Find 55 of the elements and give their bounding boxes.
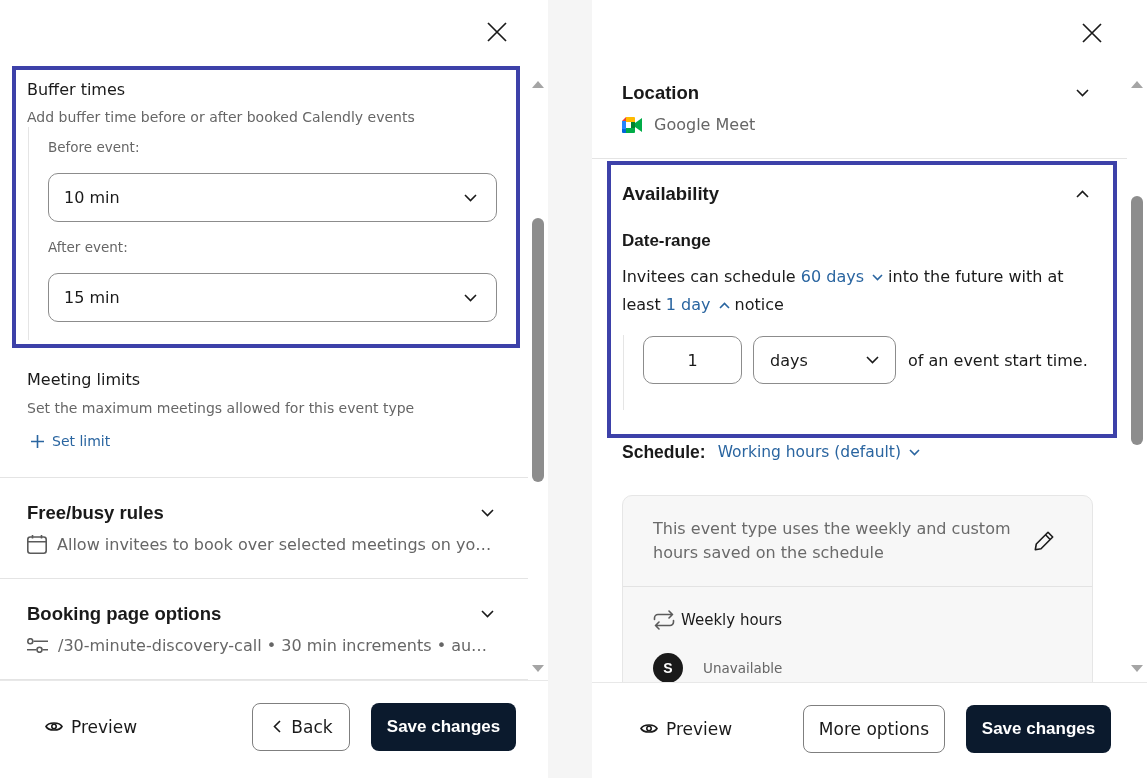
set-limit-button[interactable]: Set limit [31, 431, 111, 451]
pencil-icon[interactable] [1034, 531, 1054, 551]
scrollbar-thumb[interactable] [1131, 195, 1143, 445]
chevron-down-icon[interactable] [481, 508, 494, 517]
section-description: Add buffer time before or after booked Calendly events [27, 108, 416, 127]
field-label: Before event: [48, 138, 141, 157]
save-changes-button[interactable]: Save changes [966, 704, 1111, 753]
number-input[interactable]: 1 [643, 336, 742, 384]
chevron-down-icon[interactable] [1076, 89, 1089, 97]
eye-icon [45, 721, 63, 732]
schedule-note: This event type uses the weekly and custom hours saved on the schedule [653, 518, 1012, 564]
weekday-avatar: S [653, 653, 683, 682]
schedule-dropdown-link[interactable]: Working hours (default) [717, 440, 920, 464]
calendar-icon [27, 535, 47, 554]
sliders-icon [27, 638, 48, 653]
notice-text: of an event start time. [908, 350, 1088, 370]
weekly-hours-heading: Weekly hours [681, 610, 783, 631]
section-title: Buffer times [27, 79, 127, 101]
preview-button[interactable]: Preview [640, 718, 733, 739]
select-field[interactable]: days [753, 336, 896, 384]
section-summary: /30-minute-discovery-call • 30 min increments • au… [58, 634, 488, 657]
subheading: Date-range [622, 230, 712, 252]
chevron-down-icon [464, 193, 477, 202]
chevron-down-icon[interactable] [481, 609, 494, 618]
chevron-down-icon [464, 293, 477, 302]
chevron-left-icon [273, 720, 282, 733]
preview-button[interactable]: Preview [45, 716, 138, 737]
section-title: Location [622, 81, 700, 105]
section-title: Availability [622, 182, 719, 206]
plus-icon [31, 434, 44, 448]
chevron-up-icon[interactable] [1076, 190, 1089, 198]
repeat-icon [653, 610, 675, 630]
eye-icon [640, 723, 658, 734]
section-summary: Google Meet [654, 114, 756, 136]
back-button[interactable]: Back [252, 702, 350, 751]
close-icon[interactable] [1082, 23, 1102, 43]
field-label: After event: [48, 238, 129, 257]
section-summary: Allow invitees to book over selected meetings on yo… [57, 533, 492, 556]
dropdown-link[interactable]: 1 day [665, 291, 730, 319]
section-title: Free/busy rules [27, 500, 164, 525]
section-title: Booking page options [27, 601, 222, 626]
scrollbar-thumb[interactable] [532, 217, 544, 482]
select-field[interactable]: 10 min [48, 173, 497, 222]
date-range-sentence: Invitees can schedule 60 days into the future with at least 1 day notice [622, 263, 1089, 319]
close-icon[interactable] [487, 22, 507, 42]
select-field[interactable]: 15 min [48, 273, 497, 322]
section-description: Set the maximum meetings allowed for this event type [27, 399, 416, 418]
section-title: Meeting limits [27, 369, 142, 391]
day-status: Unavailable [703, 660, 783, 676]
more-options-button[interactable]: More options [802, 704, 945, 753]
schedule-label: Schedule: [622, 441, 706, 464]
video-camera-icon [622, 117, 642, 133]
dropdown-link[interactable]: 60 days [800, 263, 883, 291]
save-changes-button[interactable]: Save changes [371, 702, 516, 751]
chevron-down-icon [866, 356, 879, 364]
